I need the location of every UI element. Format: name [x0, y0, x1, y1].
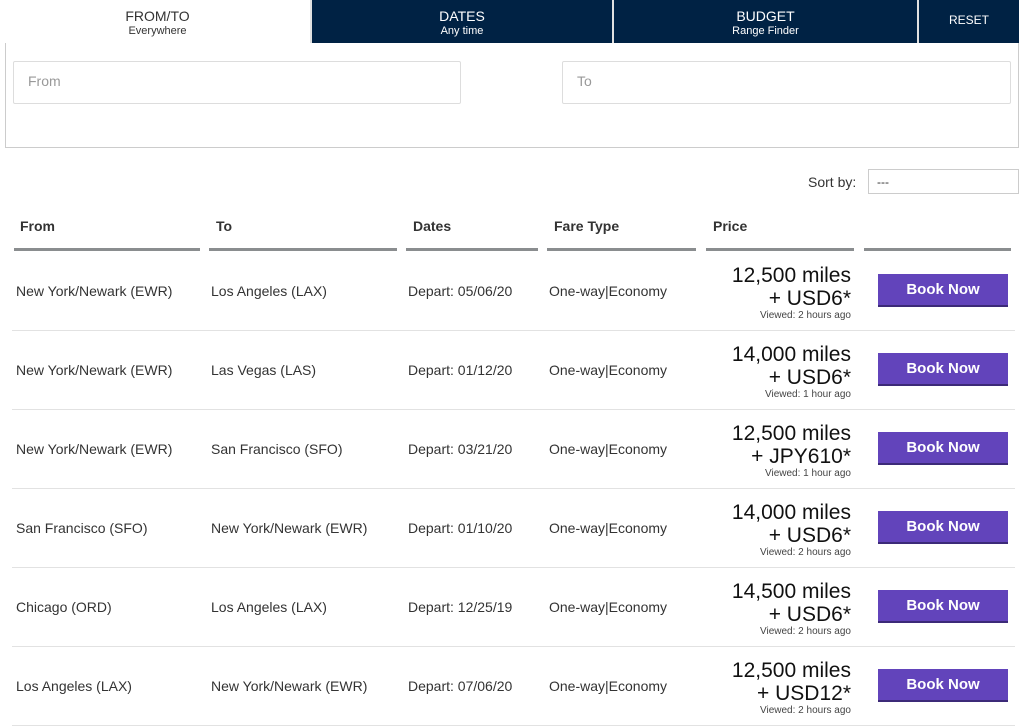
- viewed-time: Viewed: 2 hours ago: [760, 310, 851, 321]
- fare-type-cell: One-way|Economy: [549, 520, 668, 536]
- fare-type-cell: One-way|Economy: [549, 678, 668, 694]
- viewed-time: Viewed: 1 hour ago: [765, 468, 851, 479]
- from-cell: New York/Newark (EWR): [16, 441, 173, 457]
- sort-label: Sort by:: [808, 174, 857, 190]
- header-divider: [209, 248, 397, 251]
- book-now-button[interactable]: Book Now: [878, 432, 1008, 465]
- price-cell: 14,500 miles + USD6* Viewed: 2 hours ago: [732, 580, 851, 638]
- book-now-button[interactable]: Book Now: [878, 274, 1008, 307]
- result-row: New York/Newark (EWR) San Francisco (SFO…: [12, 410, 1015, 489]
- price-miles: 12,500 miles: [731, 264, 851, 287]
- to-cell: New York/Newark (EWR): [211, 520, 368, 536]
- book-now-button[interactable]: Book Now: [878, 669, 1008, 702]
- price-miles: 12,500 miles: [731, 422, 851, 445]
- reset-label: RESET: [948, 13, 989, 27]
- price-cell: 14,000 miles + USD6* Viewed: 2 hours ago: [732, 501, 851, 559]
- to-cell: New York/Newark (EWR): [211, 678, 368, 694]
- price-cell: 12,500 miles + JPY610* Viewed: 1 hour ag…: [732, 422, 851, 480]
- price-miles: 12,500 miles: [731, 659, 851, 682]
- column-header-dates[interactable]: Dates: [413, 218, 451, 234]
- to-input[interactable]: To: [562, 61, 1011, 104]
- price-fee: + USD12*: [757, 682, 851, 705]
- price-fee: + JPY610*: [751, 445, 851, 468]
- fare-type-cell: One-way|Economy: [549, 599, 668, 615]
- to-cell: Los Angeles (LAX): [211, 283, 327, 299]
- date-cell: Depart: 05/06/20: [408, 283, 513, 299]
- price-cell: 12,500 miles + USD6* Viewed: 2 hours ago: [732, 264, 851, 322]
- date-cell: Depart: 07/06/20: [408, 678, 513, 694]
- price-fee: + USD6*: [768, 287, 851, 310]
- viewed-time: Viewed: 2 hours ago: [760, 626, 851, 637]
- reset-button[interactable]: RESET: [917, 0, 1019, 43]
- header-divider: [864, 248, 1011, 251]
- result-row: Los Angeles (LAX) New York/Newark (EWR) …: [12, 647, 1015, 726]
- from-input[interactable]: From: [13, 61, 461, 104]
- sort-select[interactable]: ---: [868, 169, 1019, 194]
- viewed-time: Viewed: 2 hours ago: [760, 547, 851, 558]
- to-cell: Las Vegas (LAS): [211, 362, 317, 378]
- book-now-button[interactable]: Book Now: [878, 353, 1008, 386]
- date-cell: Depart: 12/25/19: [408, 599, 513, 615]
- price-fee: + USD6*: [768, 524, 851, 547]
- book-now-button[interactable]: Book Now: [878, 590, 1008, 623]
- from-cell: Chicago (ORD): [16, 599, 112, 615]
- price-cell: 12,500 miles + USD12* Viewed: 2 hours ag…: [732, 659, 851, 717]
- from-cell: Los Angeles (LAX): [16, 678, 132, 694]
- price-miles: 14,000 miles: [731, 501, 851, 524]
- column-header-to[interactable]: To: [216, 218, 232, 234]
- book-now-button[interactable]: Book Now: [878, 511, 1008, 544]
- from-cell: New York/Newark (EWR): [16, 283, 173, 299]
- tab-from-to[interactable]: FROM/TO Everywhere: [5, 0, 310, 43]
- tab-subtitle: Range Finder: [732, 25, 799, 37]
- tab-subtitle: Any time: [440, 25, 484, 37]
- result-row: New York/Newark (EWR) Las Vegas (LAS) De…: [12, 331, 1015, 410]
- header-divider: [406, 248, 538, 251]
- header-divider: [14, 248, 200, 251]
- header-divider: [706, 248, 854, 251]
- viewed-time: Viewed: 1 hour ago: [765, 389, 851, 400]
- tab-title: FROM/TO: [125, 8, 190, 24]
- fare-type-cell: One-way|Economy: [549, 441, 668, 457]
- column-header-price[interactable]: Price: [713, 218, 747, 234]
- fare-type-cell: One-way|Economy: [549, 362, 668, 378]
- from-cell: New York/Newark (EWR): [16, 362, 173, 378]
- result-row: New York/Newark (EWR) Los Angeles (LAX) …: [12, 252, 1015, 331]
- date-cell: Depart: 01/12/20: [408, 362, 513, 378]
- date-cell: Depart: 03/21/20: [408, 441, 513, 457]
- tab-budget[interactable]: BUDGET Range Finder: [612, 0, 917, 43]
- date-cell: Depart: 01/10/20: [408, 520, 513, 536]
- price-miles: 14,500 miles: [731, 580, 851, 603]
- price-fee: + USD6*: [768, 366, 851, 389]
- result-row: San Francisco (SFO) New York/Newark (EWR…: [12, 489, 1015, 568]
- fare-type-cell: One-way|Economy: [549, 283, 668, 299]
- to-cell: Los Angeles (LAX): [211, 599, 327, 615]
- tab-dates[interactable]: DATES Any time: [310, 0, 612, 43]
- result-row: Chicago (ORD) Los Angeles (LAX) Depart: …: [12, 568, 1015, 647]
- column-header-fare-type[interactable]: Fare Type: [554, 218, 619, 234]
- price-miles: 14,000 miles: [731, 343, 851, 366]
- viewed-time: Viewed: 2 hours ago: [760, 705, 851, 716]
- filter-tabs: FROM/TO Everywhere DATES Any time BUDGET…: [5, 0, 1019, 43]
- price-cell: 14,000 miles + USD6* Viewed: 1 hour ago: [732, 343, 851, 401]
- to-cell: San Francisco (SFO): [211, 441, 343, 457]
- price-fee: + USD6*: [768, 603, 851, 626]
- from-cell: San Francisco (SFO): [16, 520, 148, 536]
- header-divider: [547, 248, 696, 251]
- column-header-from[interactable]: From: [20, 218, 55, 234]
- tab-title: DATES: [439, 8, 485, 24]
- tab-title: BUDGET: [736, 8, 795, 24]
- tab-subtitle: Everywhere: [128, 25, 187, 37]
